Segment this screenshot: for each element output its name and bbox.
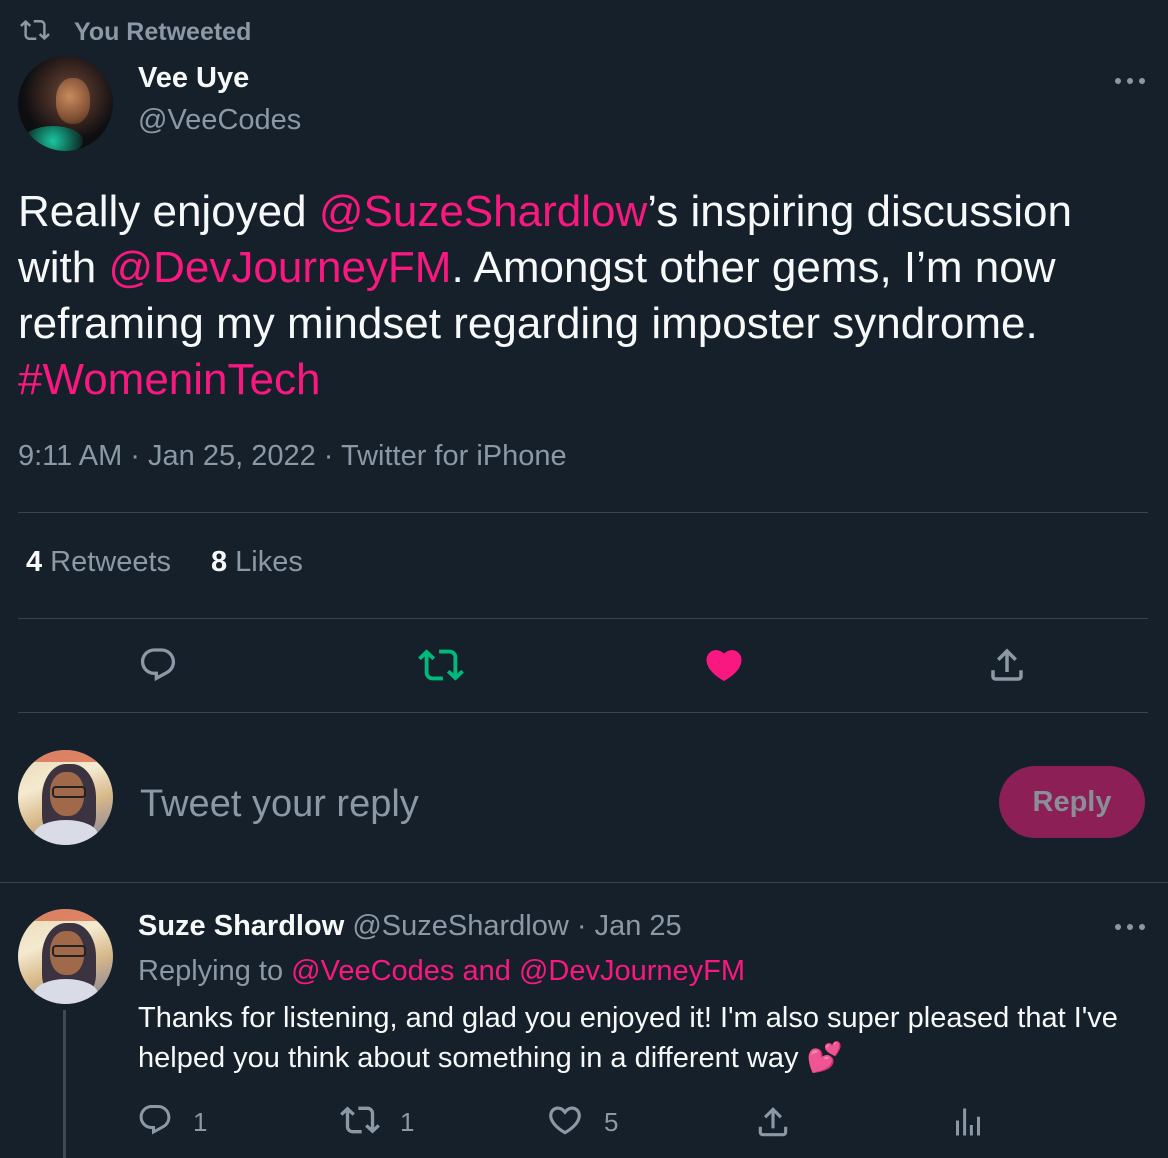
reply-author-name[interactable]: Suze Shardlow: [138, 910, 344, 942]
reply-input[interactable]: [140, 776, 940, 832]
tweet-text: Really enjoyed @SuzeShardlow’s inspiring…: [18, 184, 1148, 408]
author-name[interactable]: Vee Uye: [138, 62, 249, 95]
reply-action[interactable]: 1: [137, 1102, 207, 1142]
reply-icon[interactable]: [137, 1102, 173, 1143]
reply-count: 1: [193, 1106, 208, 1137]
reply-date[interactable]: Jan 25: [595, 910, 682, 942]
heart-outline-icon[interactable]: [546, 1101, 584, 1144]
divider: [18, 512, 1148, 513]
retweet-count: 1: [400, 1106, 415, 1137]
tweet-text-segment: Really enjoyed: [18, 187, 319, 236]
divider: [0, 882, 1168, 883]
mention-link[interactable]: @DevJourneyFM: [108, 243, 451, 292]
mention-link[interactable]: @SuzeShardlow: [319, 187, 647, 236]
reply-text: Thanks for listening, and glad you enjoy…: [138, 998, 1148, 1078]
analytics-icon[interactable]: [950, 1102, 986, 1142]
like-count: 5: [604, 1106, 619, 1137]
heart-icon[interactable]: [699, 640, 749, 690]
retweet-icon: [18, 15, 52, 50]
reply-text-body: Thanks for listening, and glad you enjoy…: [138, 1002, 1118, 1074]
retweeted-header: You Retweeted: [18, 16, 251, 48]
reply-header: Suze Shardlow @SuzeShardlow · Jan 25: [138, 910, 682, 943]
more-options-icon[interactable]: [1112, 912, 1148, 942]
tweet-stats: 4 Retweets 8 Likes: [26, 546, 303, 579]
retweeted-label: You Retweeted: [74, 17, 252, 46]
likes-count: 8: [211, 546, 228, 578]
author-avatar[interactable]: [18, 56, 113, 151]
reply-author-handle[interactable]: @SuzeShardlow: [352, 910, 568, 942]
share-icon[interactable]: [754, 1102, 792, 1142]
retweets-stat[interactable]: 4 Retweets: [26, 546, 171, 579]
thread-line: [63, 1010, 66, 1158]
mention-link[interactable]: @VeeCodes: [291, 955, 454, 987]
retweets-count: 4: [26, 546, 43, 578]
divider: [18, 712, 1148, 713]
two-hearts-emoji: 💕: [806, 1042, 843, 1074]
retweet-icon[interactable]: [340, 1100, 380, 1145]
share-icon[interactable]: [982, 640, 1032, 690]
mention-link[interactable]: @DevJourneyFM: [519, 955, 745, 987]
reply-button[interactable]: Reply: [999, 766, 1145, 838]
retweet-action[interactable]: 1: [340, 1102, 414, 1142]
tweet-timestamp[interactable]: 9:11 AM · Jan 25, 2022 · Twitter for iPh…: [18, 440, 567, 473]
user-avatar[interactable]: [18, 750, 113, 845]
separator: ·: [568, 910, 595, 942]
hashtag-link[interactable]: #WomeninTech: [18, 355, 320, 404]
likes-label: Likes: [235, 546, 303, 578]
more-options-icon[interactable]: [1112, 66, 1148, 96]
reply-author-avatar[interactable]: [18, 909, 113, 1004]
reply-icon[interactable]: [133, 640, 183, 690]
divider: [18, 618, 1148, 619]
retweets-label: Retweets: [50, 546, 172, 578]
author-handle[interactable]: @VeeCodes: [138, 104, 301, 137]
replying-to: Replying to @VeeCodes and @DevJourneyFM: [138, 955, 745, 988]
replying-to-label: Replying to: [138, 955, 292, 987]
replying-and: and: [454, 955, 519, 987]
retweet-icon[interactable]: [416, 640, 466, 690]
like-action[interactable]: 5: [546, 1102, 618, 1142]
likes-stat[interactable]: 8 Likes: [211, 546, 303, 579]
